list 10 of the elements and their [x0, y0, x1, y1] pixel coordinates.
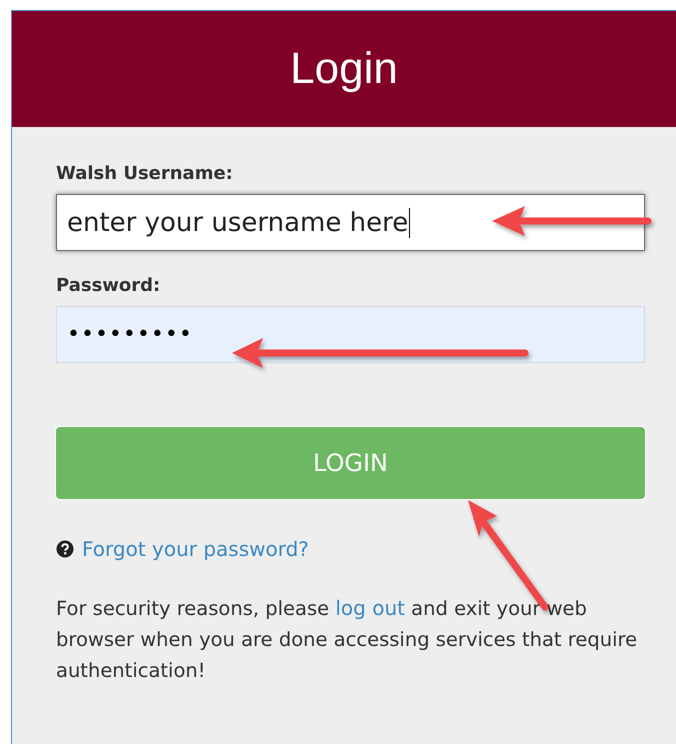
help-icon: [56, 540, 74, 558]
field-label: Password:: [56, 275, 162, 296]
field-label: Walsh Username:: [56, 163, 234, 184]
password-field[interactable]: •••••••••: [56, 306, 645, 363]
login-button[interactable]: LOGIN: [56, 427, 645, 499]
log-out-link[interactable]: log out: [335, 596, 405, 620]
forgot-password-link[interactable]: Forgot your password?: [82, 537, 309, 561]
login-title: Login: [290, 44, 398, 94]
username-field[interactable]: enter your username here: [56, 194, 645, 251]
security-notice: For security reasons, please log out and exit your web browser when you are done accessing services that require authentication!: [56, 595, 638, 684]
